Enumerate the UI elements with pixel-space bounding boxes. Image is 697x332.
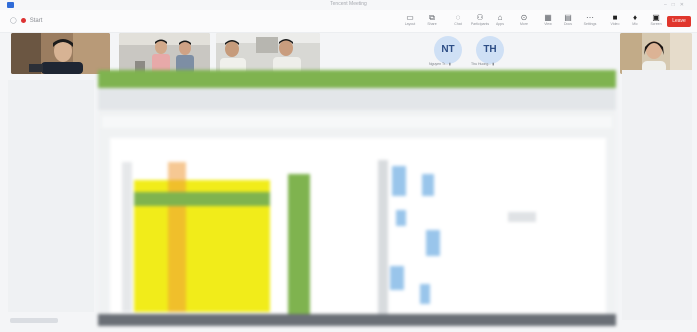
participant-name-text: Nguyen Tr... <box>429 62 448 66</box>
participant-avatar-nt[interactable]: NT <box>434 36 462 64</box>
toolbar-button-chat[interactable]: ◌ Chat <box>447 13 469 31</box>
record-dot-icon <box>20 18 26 23</box>
video-tile-self[interactable] <box>620 33 692 74</box>
toolbar-button-mic[interactable]: ♦ Mic <box>624 13 646 31</box>
participant-video <box>119 33 210 74</box>
more-icon: ⊙ <box>520 13 528 22</box>
share-icon: ⧉ <box>429 13 435 22</box>
toolbar-button-docs[interactable]: ▤ Docs <box>557 13 579 31</box>
video-tile-2[interactable] <box>119 33 210 74</box>
screen-icon: ▭ <box>406 13 414 22</box>
video-tile-1[interactable] <box>11 33 110 74</box>
participant-name-th: Thu Huong... ▮ <box>471 62 494 66</box>
toolbar-button-view[interactable]: ▦ View <box>537 13 559 31</box>
toolbar-button-screen[interactable]: ▣ Screen <box>645 13 667 31</box>
mic-muted-icon: ▮ <box>448 62 451 66</box>
toolbar-button-settings[interactable]: ⋯ Settings <box>579 13 601 31</box>
video-tile-3[interactable] <box>216 33 320 74</box>
shared-screen[interactable] <box>98 70 616 326</box>
record-label: Start <box>29 17 43 24</box>
participant-name-text: Thu Huong... <box>471 62 492 66</box>
toolbar-button-video[interactable]: ■ Video <box>604 13 626 31</box>
mic-icon: ♦ <box>632 13 638 22</box>
settings-icon: ⋯ <box>586 13 594 22</box>
chat-icon: ◌ <box>455 13 461 22</box>
status-bar-left <box>10 318 58 323</box>
participant-video <box>620 33 692 74</box>
record-icon: ◯ <box>10 18 17 24</box>
mic-muted-icon: ▮ <box>492 62 495 66</box>
leave-label: Leave <box>672 18 686 24</box>
apps-icon: ⌂ <box>497 13 503 22</box>
participant-video <box>216 33 320 74</box>
leave-button[interactable]: Leave <box>667 16 691 27</box>
recording-indicator[interactable]: ◯ Start <box>10 17 43 25</box>
monitor-icon: ▣ <box>652 13 660 22</box>
window-controls[interactable]: –□✕ <box>664 2 689 8</box>
left-panel <box>8 80 94 312</box>
participant-avatar-th[interactable]: TH <box>476 36 504 64</box>
toolbar-button-share[interactable]: ⧉ Share <box>421 13 443 31</box>
grid-icon: ▦ <box>544 13 552 22</box>
camera-icon: ■ <box>612 13 618 22</box>
doc-icon: ▤ <box>564 13 572 22</box>
right-panel <box>622 70 692 320</box>
meeting-toolbar: ◯ Start ▭ Layout ⧉ Share ◌ Chat ⚇ Partic… <box>0 10 697 33</box>
toolbar-button-layout[interactable]: ▭ Layout <box>399 13 421 31</box>
participant-name-nt: Nguyen Tr... ▮ <box>429 62 451 66</box>
participant-video <box>11 33 110 74</box>
participants-icon: ⚇ <box>476 13 484 22</box>
toolbar-button-participants[interactable]: ⚇ Participants <box>469 13 491 31</box>
title-bar: Tencent Meeting –□✕ <box>0 0 697 10</box>
spreadsheet-preview <box>98 70 616 326</box>
window-title: Tencent Meeting <box>330 1 367 7</box>
toolbar-button-more[interactable]: ⊙ More <box>513 13 535 31</box>
toolbar-button-apps[interactable]: ⌂ Apps <box>489 13 511 31</box>
